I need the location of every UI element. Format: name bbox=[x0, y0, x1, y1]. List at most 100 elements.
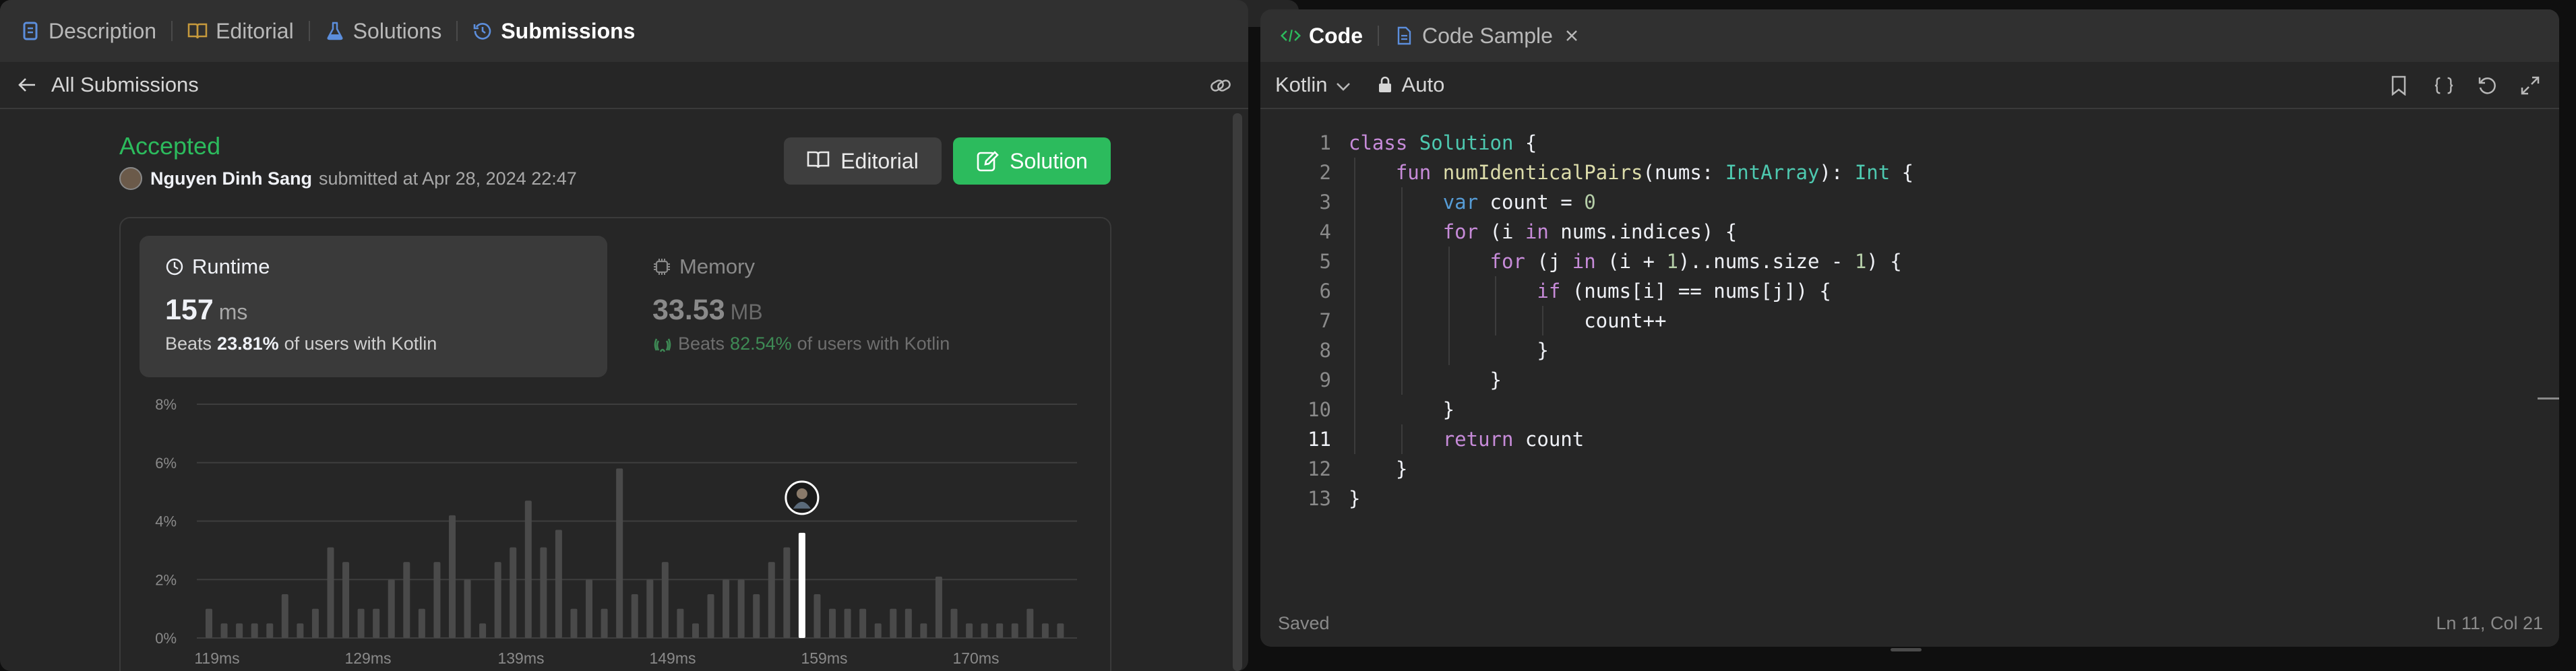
chart-bar[interactable] bbox=[616, 468, 623, 638]
chart-bar[interactable] bbox=[236, 623, 243, 638]
tab-solutions[interactable]: Solutions bbox=[325, 0, 441, 62]
chart-bar[interactable] bbox=[904, 608, 912, 638]
chart-bar[interactable] bbox=[692, 623, 699, 638]
panel-resize-handle[interactable] bbox=[1891, 648, 1922, 651]
left-scrollbar[interactable] bbox=[1233, 113, 1242, 671]
chart-bar[interactable] bbox=[920, 623, 927, 638]
tab-code-sample[interactable]: Code Sample bbox=[1394, 9, 1578, 62]
chart-bar[interactable] bbox=[677, 608, 684, 638]
code-editor[interactable]: 1 class Solution {2 fun numIdenticalPairs… bbox=[1260, 128, 2559, 513]
chart-bar[interactable] bbox=[327, 547, 334, 638]
auto-mode-toggle[interactable]: Auto bbox=[1378, 73, 1444, 97]
code-line[interactable]: 4 for (i in nums.indices) { bbox=[1260, 217, 2559, 247]
code-line[interactable]: 7 count++ bbox=[1260, 306, 2559, 336]
chart-bar[interactable] bbox=[479, 623, 487, 638]
chart-bar[interactable] bbox=[1026, 608, 1034, 638]
code-line[interactable]: 10 } bbox=[1260, 395, 2559, 424]
chart-bar[interactable] bbox=[631, 594, 638, 638]
chart-bar[interactable] bbox=[996, 623, 1004, 638]
code-line[interactable]: 5 for (j in (i + 1)..nums.size - 1) { bbox=[1260, 247, 2559, 276]
chart-bar[interactable] bbox=[707, 594, 714, 638]
back-arrow-icon[interactable] bbox=[18, 77, 36, 93]
code-line[interactable]: 6 if (nums[i] == nums[j]) { bbox=[1260, 276, 2559, 306]
chart-bar[interactable] bbox=[373, 608, 380, 638]
editor-scroll-marker[interactable] bbox=[2538, 397, 2559, 400]
code-line[interactable]: 8 } bbox=[1260, 336, 2559, 365]
link-icon[interactable] bbox=[1209, 75, 1232, 96]
chart-bar[interactable] bbox=[844, 608, 851, 638]
chart-bar[interactable] bbox=[829, 608, 836, 638]
author-name[interactable]: Nguyen Dinh Sang bbox=[150, 168, 312, 189]
code-line[interactable]: 13} bbox=[1260, 484, 2559, 513]
chart-bar[interactable] bbox=[266, 623, 274, 638]
chart-bar[interactable] bbox=[1057, 623, 1064, 638]
solution-button[interactable]: Solution bbox=[953, 137, 1111, 185]
code-line[interactable]: 2 fun numIdenticalPairs(nums: IntArray):… bbox=[1260, 158, 2559, 187]
chart-bar[interactable] bbox=[464, 579, 471, 638]
chart-bar[interactable] bbox=[661, 562, 669, 638]
chart-bar[interactable] bbox=[1041, 623, 1049, 638]
chart-bar[interactable] bbox=[311, 608, 319, 638]
chart-bar[interactable] bbox=[966, 623, 973, 638]
chart-bar[interactable] bbox=[874, 623, 882, 638]
chart-bar[interactable] bbox=[859, 608, 867, 638]
chart-bar[interactable] bbox=[586, 579, 593, 638]
tab-label: Code bbox=[1309, 23, 1363, 48]
chart-bar[interactable] bbox=[448, 515, 456, 638]
chart-bar[interactable] bbox=[768, 562, 775, 638]
chart-bar[interactable] bbox=[737, 579, 745, 638]
code-line[interactable]: 1 class Solution { bbox=[1260, 128, 2559, 158]
chart-bar[interactable] bbox=[950, 608, 958, 638]
runtime-metric[interactable]: Runtime 157 ms Beats 23.81% of users with… bbox=[140, 236, 607, 377]
chart-bar[interactable] bbox=[206, 608, 212, 638]
chart-bar[interactable] bbox=[570, 608, 578, 638]
chart-bar[interactable] bbox=[783, 547, 791, 638]
chart-bar[interactable] bbox=[494, 562, 501, 638]
format-braces-icon[interactable] bbox=[2434, 75, 2454, 96]
code-line[interactable]: 11 return count bbox=[1260, 424, 2559, 454]
code-line[interactable]: 9 } bbox=[1260, 365, 2559, 395]
chart-bar[interactable] bbox=[753, 594, 760, 638]
chart-bar[interactable] bbox=[981, 623, 988, 638]
tab-description[interactable]: Description bbox=[20, 0, 156, 62]
memory-metric[interactable]: Memory 33.53 MB Beats 82.54% of users wit… bbox=[627, 236, 1095, 377]
editorial-button[interactable]: Editorial bbox=[784, 137, 942, 185]
chart-bar[interactable] bbox=[1011, 623, 1018, 638]
chart-bar[interactable] bbox=[723, 579, 730, 638]
close-icon[interactable] bbox=[1565, 29, 1578, 42]
chart-bar[interactable] bbox=[418, 608, 425, 638]
tab-submissions[interactable]: Submissions bbox=[472, 0, 635, 62]
chart-bar[interactable] bbox=[601, 608, 608, 638]
chart-bar[interactable] bbox=[342, 562, 350, 638]
chart-bar[interactable] bbox=[524, 501, 532, 638]
language-select[interactable]: Kotlin bbox=[1275, 73, 1351, 97]
all-submissions-link[interactable]: All Submissions bbox=[51, 73, 199, 97]
runtime-label-row: Runtime bbox=[165, 255, 582, 279]
chart-bar[interactable] bbox=[814, 594, 821, 638]
chart-bar[interactable] bbox=[403, 562, 410, 638]
chart-bar[interactable] bbox=[281, 594, 288, 638]
chart-bar[interactable] bbox=[935, 576, 942, 638]
runtime-unit: ms bbox=[218, 300, 248, 324]
chart-bar[interactable] bbox=[297, 623, 304, 638]
chart-bar[interactable] bbox=[388, 579, 395, 638]
tab-editorial[interactable]: Editorial bbox=[187, 0, 294, 62]
current-runtime-bar[interactable] bbox=[798, 532, 805, 638]
avatar[interactable] bbox=[119, 167, 142, 190]
bookmark-icon[interactable] bbox=[2391, 75, 2411, 96]
chart-bar[interactable] bbox=[220, 623, 228, 638]
chart-bar[interactable] bbox=[555, 530, 562, 638]
chart-bar[interactable] bbox=[890, 608, 897, 638]
tab-code[interactable]: Code bbox=[1281, 9, 1363, 62]
runtime-distribution-chart[interactable]: 8% 6% 4% 2% 0% 119ms 129ms 139ms 149ms 159ms 170ms bbox=[135, 387, 1092, 671]
chart-bar[interactable] bbox=[646, 579, 654, 638]
chart-bar[interactable] bbox=[433, 562, 441, 638]
code-line[interactable]: 12 } bbox=[1260, 454, 2559, 484]
chart-bar[interactable] bbox=[540, 547, 547, 638]
code-line[interactable]: 3 var count = 0 bbox=[1260, 187, 2559, 217]
reset-icon[interactable] bbox=[2477, 75, 2497, 96]
chart-bar[interactable] bbox=[251, 623, 258, 638]
chart-bar[interactable] bbox=[357, 608, 365, 638]
chart-bar[interactable] bbox=[510, 547, 517, 638]
expand-icon[interactable] bbox=[2520, 75, 2540, 96]
